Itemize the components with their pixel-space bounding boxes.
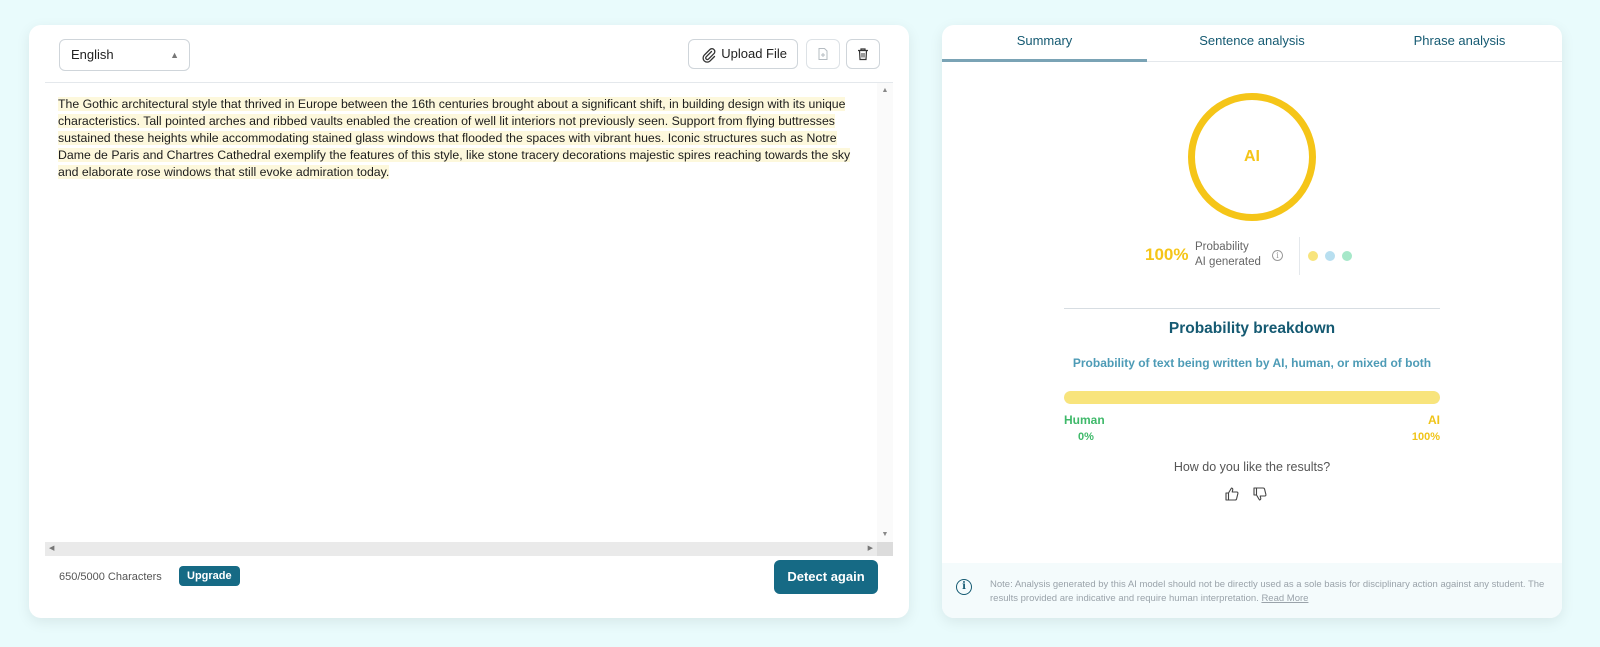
highlighted-text: The Gothic architectural style that thri… [58, 97, 851, 179]
breakdown-subtitle: Probability of text being written by AI,… [1072, 356, 1432, 370]
ai-probability-percent: 100% [1145, 245, 1189, 264]
section-divider [1064, 308, 1440, 309]
info-circle-icon: i [956, 579, 972, 595]
disclaimer-note: i Note: Analysis generated by this AI mo… [942, 563, 1562, 618]
horizontal-scrollbar[interactable]: ◀ ▶ [45, 542, 877, 556]
language-select[interactable]: English ▲ [59, 39, 190, 71]
clear-text-button[interactable] [846, 39, 880, 69]
scroll-right-icon[interactable]: ▶ [868, 542, 873, 556]
chevron-updown-icon: ▲ [170, 50, 179, 60]
probability-bar [1064, 391, 1440, 404]
file-plus-icon [818, 48, 828, 60]
new-document-button[interactable] [806, 39, 840, 69]
paperclip-icon [702, 48, 716, 63]
info-icon[interactable]: i [1272, 250, 1283, 261]
summary-divider [1299, 237, 1300, 275]
ai-label: AI [1428, 413, 1440, 427]
legend-dot-human [1342, 251, 1352, 261]
legend-dot-ai [1308, 251, 1318, 261]
ai-probability-fill [1064, 391, 1440, 404]
thumbs-down-icon[interactable] [1252, 486, 1268, 502]
probability-label: Probability AI generated [1195, 240, 1261, 270]
text-input-area[interactable]: The Gothic architectural style that thri… [45, 83, 877, 542]
scroll-down-icon[interactable]: ▼ [877, 531, 893, 538]
human-percent: 0% [1078, 431, 1094, 443]
scroll-up-icon[interactable]: ▲ [877, 87, 893, 94]
scroll-corner [877, 542, 893, 556]
character-count: 650/5000 Characters [59, 571, 162, 583]
results-panel: Summary Sentence analysis Phrase analysi… [942, 25, 1562, 618]
legend-dot-mixed [1325, 251, 1335, 261]
probability-label-line1: Probability [1195, 241, 1249, 253]
read-more-link[interactable]: Read More [1261, 593, 1308, 604]
upgrade-button[interactable]: Upgrade [179, 566, 240, 586]
scroll-left-icon[interactable]: ◀ [49, 542, 54, 556]
trash-icon [858, 48, 868, 61]
human-label: Human [1064, 413, 1105, 427]
tab-sentence-analysis[interactable]: Sentence analysis [1147, 25, 1357, 62]
ai-percent: 100% [1411, 431, 1440, 443]
ring-label: AI [1244, 148, 1260, 165]
feedback-question: How do you like the results? [1173, 460, 1331, 474]
disclaimer-text: Note: Analysis generated by this AI mode… [990, 578, 1545, 606]
tab-phrase-analysis[interactable]: Phrase analysis [1357, 25, 1562, 62]
upload-file-button[interactable]: Upload File [688, 39, 798, 69]
detect-again-button[interactable]: Detect again [774, 560, 878, 594]
language-value: English [71, 47, 114, 62]
upload-file-label: Upload File [721, 46, 787, 61]
probability-label-line2: AI generated [1195, 256, 1261, 268]
thumbs-up-icon[interactable] [1224, 486, 1240, 502]
results-tabs: Summary Sentence analysis Phrase analysi… [942, 25, 1562, 62]
text-input-panel: English ▲ Upload File The Gothic archite… [29, 25, 909, 618]
input-text: The Gothic architectural style that thri… [45, 83, 877, 181]
ai-result-ring: AI [1188, 93, 1316, 221]
tab-summary[interactable]: Summary [942, 25, 1147, 62]
breakdown-title: Probability breakdown [1168, 320, 1336, 337]
vertical-scrollbar[interactable]: ▲ ▼ [877, 83, 893, 542]
